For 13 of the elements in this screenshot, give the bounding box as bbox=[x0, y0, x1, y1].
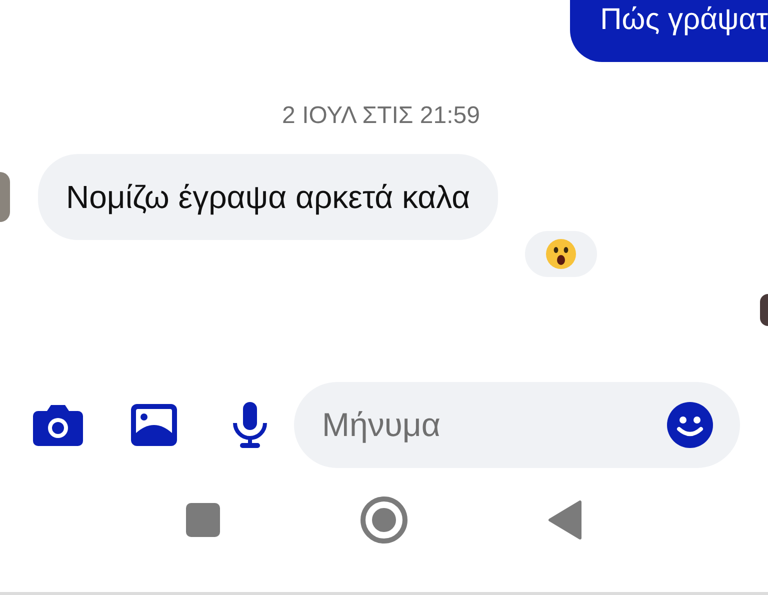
message-bubble: Πώς γράψατ bbox=[570, 0, 768, 62]
camera-icon[interactable] bbox=[32, 403, 84, 447]
timestamp: 2 ΙΟΥΛ ΣΤΙΣ 21:59 bbox=[282, 101, 480, 131]
message-field[interactable]: Μήνυμα bbox=[294, 382, 740, 468]
message-bubble: Νομίζω έγραψα αρκετά καλα bbox=[38, 154, 498, 240]
image-icon[interactable] bbox=[130, 403, 178, 447]
avatar bbox=[0, 172, 10, 222]
emoji-icon[interactable] bbox=[666, 401, 714, 449]
home-icon[interactable] bbox=[360, 496, 408, 544]
microphone-icon[interactable] bbox=[230, 401, 270, 449]
surprised-face-icon bbox=[545, 238, 577, 270]
avatar bbox=[760, 294, 768, 326]
back-icon[interactable] bbox=[548, 500, 582, 540]
